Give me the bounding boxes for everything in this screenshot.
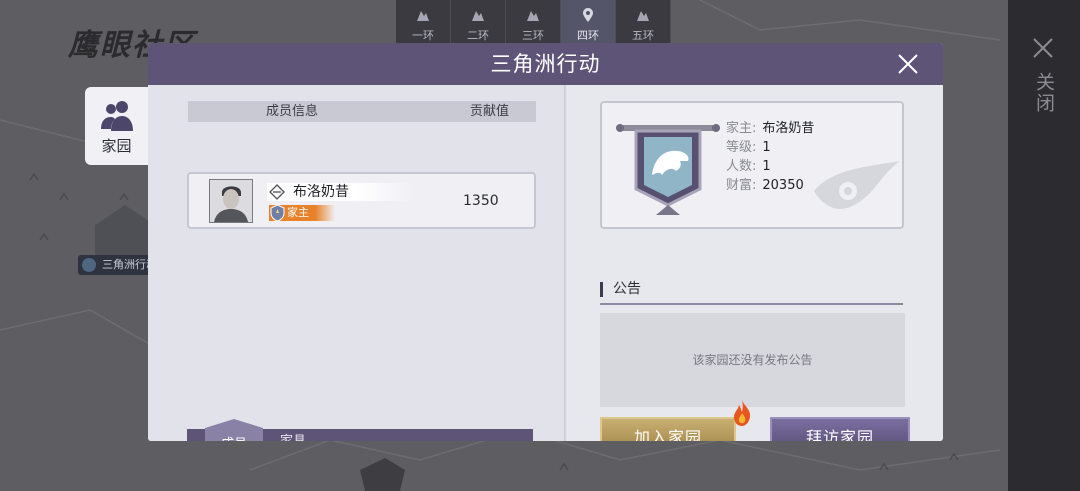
owner-value: 布洛奶昔 (762, 121, 815, 136)
ring-tab-1[interactable]: 一环 (396, 0, 451, 45)
people-icon (100, 100, 133, 131)
ring-tab-label: 二环 (467, 29, 489, 42)
home-info-card: 家主: 布洛奶昔 等级: 1 人数: 1 财富: 20350 (600, 101, 904, 229)
ring-tab-2[interactable]: 二环 (451, 0, 506, 45)
dialog-title: 三角洲行动 (490, 52, 601, 76)
map-pin-icon (583, 8, 593, 22)
info-wealth: 财富: 20350 (726, 177, 804, 195)
info-count: 人数: 1 (726, 158, 771, 176)
eye-watermark-icon (814, 161, 900, 210)
info-owner: 家主: 布洛奶昔 (726, 120, 814, 138)
member-row[interactable]: 布洛奶昔 家主 1350 (187, 172, 536, 229)
info-level: 等级: 1 (726, 139, 771, 157)
wealth-value: 20350 (762, 178, 804, 193)
rank-diamond-icon (269, 184, 285, 200)
map-icon (472, 11, 484, 21)
level-label: 等级: (726, 140, 757, 155)
member-name: 布洛奶昔 (293, 184, 349, 200)
owner-label: 家主: (726, 121, 757, 136)
home-info-pane: 家主: 布洛奶昔 等级: 1 人数: 1 财富: 20350 公告 该家园还没有发布公告… (568, 85, 943, 441)
map-icon (637, 11, 649, 21)
level-value: 1 (762, 140, 771, 155)
ring-tab-label: 五环 (632, 29, 654, 42)
avatar[interactable] (209, 179, 253, 223)
count-value: 1 (762, 159, 771, 174)
members-pane: 成员信息 贡献值 布洛奶昔 家主 1350 (148, 85, 566, 441)
avatar-portrait-icon (210, 180, 252, 222)
ring-tab-4[interactable]: 四环 (561, 0, 616, 45)
count-label: 人数: (726, 159, 757, 174)
home-dialog: 三角洲行动 成员信息 贡献值 布洛奶昔 家主 1350 家主: 布洛奶昔 等级:… (148, 43, 943, 441)
close-icon[interactable] (897, 53, 919, 75)
nav-tab-home[interactable]: 家园 (85, 87, 148, 165)
eagle-emblem-icon (616, 124, 720, 215)
owner-shield-icon (270, 204, 285, 222)
wealth-label: 财富: (726, 178, 757, 193)
side-close-label[interactable]: 关闭 (1030, 72, 1058, 114)
announcement-title: 公告 (600, 282, 641, 297)
tab-members-label: 成员 (205, 433, 263, 441)
members-table-header: 成员信息 贡献值 (188, 101, 536, 122)
marker-dot-icon (82, 258, 96, 272)
ring-tab-label: 四环 (577, 29, 599, 42)
tab-members[interactable]: 成员 (205, 419, 263, 441)
dialog-tabs: 成员 家具 (187, 419, 533, 441)
nav-tab-label: 家园 (101, 136, 132, 155)
announcement-box: 该家园还没有发布公告 (600, 313, 905, 407)
map-icon (417, 11, 429, 21)
ring-tab-label: 一环 (412, 29, 434, 42)
visit-home-button[interactable]: 拜访家园 (770, 417, 910, 441)
member-contribution: 1350 (463, 193, 499, 209)
column-contribution: 贡献值 (470, 104, 510, 119)
column-member-info: 成员信息 (266, 104, 319, 119)
close-icon[interactable] (1031, 36, 1055, 60)
map-icon (527, 11, 539, 21)
fire-icon (734, 400, 751, 426)
join-home-button[interactable]: 加入家园 (600, 417, 736, 441)
ring-tabs: 一环 二环 三环 四环 五环 (396, 0, 671, 45)
tab-furniture[interactable]: 家具 (280, 429, 306, 441)
ring-tab-5[interactable]: 五环 (616, 0, 671, 45)
ring-tab-label: 三环 (522, 29, 544, 42)
ring-tab-3[interactable]: 三环 (506, 0, 561, 45)
announcement-divider (600, 303, 903, 305)
